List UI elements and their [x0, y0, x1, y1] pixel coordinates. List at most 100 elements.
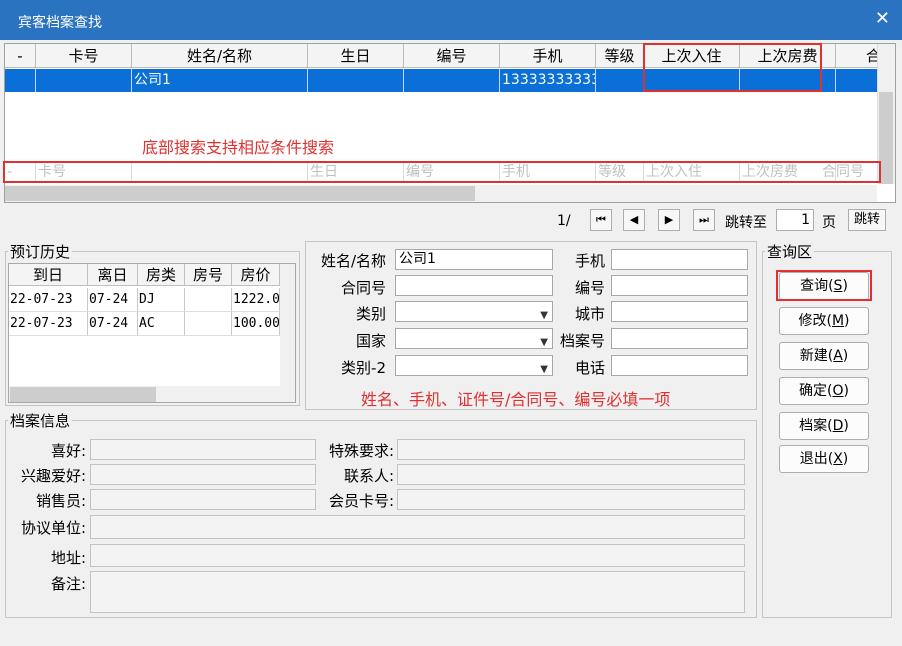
grid-horizontal-thumb[interactable] — [5, 186, 475, 201]
grid-vertical-thumb[interactable] — [879, 92, 893, 184]
contact-field[interactable] — [397, 464, 745, 485]
mobile-label: 手机 — [574, 252, 605, 270]
modify-button[interactable]: 修改(M) — [779, 307, 869, 335]
history-horizontal-thumb[interactable] — [10, 387, 156, 402]
category-select[interactable]: ▼ — [395, 301, 553, 322]
history-col-depart[interactable]: 离日 — [88, 264, 138, 286]
mobile-input[interactable] — [611, 249, 748, 270]
category-label: 类别 — [355, 305, 386, 323]
sales-label: 销售员: — [35, 492, 86, 510]
history-cell — [185, 288, 232, 312]
prev-page-button[interactable]: ◀ — [623, 209, 645, 231]
archive-button[interactable]: 档案(D) — [779, 412, 869, 440]
cell-birthday — [308, 69, 404, 92]
row-indicator — [5, 69, 36, 92]
search-hint-text: 底部搜索支持相应条件搜索 — [142, 138, 335, 157]
required-hint-text: 姓名、手机、证件号/合同号、编号必填一项 — [361, 390, 671, 409]
chevron-down-icon[interactable]: ▼ — [540, 333, 548, 352]
city-input[interactable] — [611, 301, 748, 322]
category2-select[interactable]: ▼ — [395, 355, 553, 376]
code-label: 编号 — [574, 279, 605, 297]
col-header-contract[interactable]: 合 — [836, 44, 882, 68]
title-bar: 宾客档案查找 ✕ — [0, 0, 902, 40]
history-cell: 100.00 — [232, 312, 280, 336]
hobby-field[interactable] — [90, 439, 316, 460]
history-cell: 22-07-23 — [9, 312, 88, 336]
name-input[interactable]: 公司1 — [395, 249, 553, 270]
highlight-query-button — [776, 270, 872, 301]
confirm-button-label: 确定( — [799, 383, 833, 399]
history-col-price[interactable]: 房价 — [232, 264, 280, 286]
remark-field[interactable] — [90, 571, 745, 613]
new-button-key: A — [833, 348, 843, 364]
col-header-code[interactable]: 编号 — [404, 44, 500, 68]
next-page-button[interactable]: ▶ — [658, 209, 680, 231]
col-header-card[interactable]: 卡号 — [36, 44, 132, 68]
interest-label: 兴趣爱好: — [20, 467, 86, 485]
history-col-arrive[interactable]: 到日 — [9, 264, 88, 286]
jump-button[interactable]: 跳转 — [848, 209, 886, 231]
phone-label: 电话 — [574, 359, 605, 377]
page-indicator: 1/ — [557, 213, 571, 229]
modify-button-label: 修改( — [798, 313, 832, 329]
contract-input[interactable] — [395, 275, 553, 296]
exit-button-label: 退出( — [799, 451, 834, 467]
history-col-roomtype[interactable]: 房类 — [138, 264, 185, 286]
close-icon[interactable]: ✕ — [875, 8, 890, 29]
chevron-down-icon[interactable]: ▼ — [540, 360, 548, 379]
modify-button-key: M — [831, 313, 845, 329]
history-cell: 22-07-23 — [9, 288, 88, 312]
col-header-level[interactable]: 等级 — [596, 44, 644, 68]
col-header-name[interactable]: 姓名/名称 — [132, 44, 308, 68]
col-header-mobile[interactable]: 手机 — [500, 44, 596, 68]
query-area-title: 查询区 — [765, 241, 815, 262]
jump-label: 跳转至 — [725, 215, 767, 231]
highlight-filter-row — [3, 161, 881, 183]
cell-name: 公司1 — [132, 69, 308, 92]
unit-label: 协议单位: — [20, 519, 86, 537]
unit-field[interactable] — [90, 515, 745, 539]
history-cell: 07-24 — [88, 312, 138, 336]
new-button[interactable]: 新建(A) — [779, 342, 869, 370]
code-input[interactable] — [611, 275, 748, 296]
history-vertical-scrollbar[interactable] — [280, 264, 295, 402]
phone-input[interactable] — [611, 355, 748, 376]
last-page-button[interactable]: ⏭ — [693, 209, 715, 231]
modify-button-tail: ) — [844, 313, 850, 329]
address-field[interactable] — [90, 544, 745, 567]
country-select[interactable]: ▼ — [395, 328, 553, 349]
col-header-birthday[interactable]: 生日 — [308, 44, 404, 68]
cell-level — [596, 69, 644, 92]
new-button-label: 新建( — [799, 348, 834, 364]
special-label: 特殊要求: — [328, 442, 394, 460]
archive-button-key: D — [832, 418, 844, 434]
country-label: 国家 — [355, 332, 386, 350]
page-number-input[interactable]: 1 — [776, 209, 814, 231]
exit-button-tail: ) — [842, 451, 849, 467]
history-cell — [185, 312, 232, 336]
sales-field[interactable] — [90, 489, 316, 510]
window-title: 宾客档案查找 — [18, 15, 102, 31]
exit-button-key: X — [833, 451, 843, 467]
confirm-button-key: O — [832, 383, 844, 399]
address-label: 地址: — [50, 549, 86, 567]
cell-code — [404, 69, 500, 92]
page-unit-label: 页 — [822, 215, 836, 231]
exit-button[interactable]: 退出(X) — [779, 445, 869, 473]
col-header-indicator[interactable]: - — [5, 44, 36, 68]
archive-no-label: 档案号 — [559, 332, 605, 350]
history-cell: AC — [138, 312, 185, 336]
archive-button-tail: ) — [843, 418, 849, 434]
cell-mobile: 13333333333 — [500, 69, 596, 92]
name-label: 姓名/名称 — [320, 252, 386, 270]
special-field[interactable] — [397, 439, 745, 460]
history-col-roomno[interactable]: 房号 — [185, 264, 232, 286]
chevron-down-icon[interactable]: ▼ — [540, 306, 548, 325]
new-button-tail: ) — [842, 348, 849, 364]
first-page-button[interactable]: ⏮ — [590, 209, 612, 231]
confirm-button[interactable]: 确定(O) — [779, 377, 869, 405]
archive-no-input[interactable] — [611, 328, 748, 349]
interest-field[interactable] — [90, 464, 316, 485]
city-label: 城市 — [574, 305, 605, 323]
member-field[interactable] — [397, 489, 745, 510]
